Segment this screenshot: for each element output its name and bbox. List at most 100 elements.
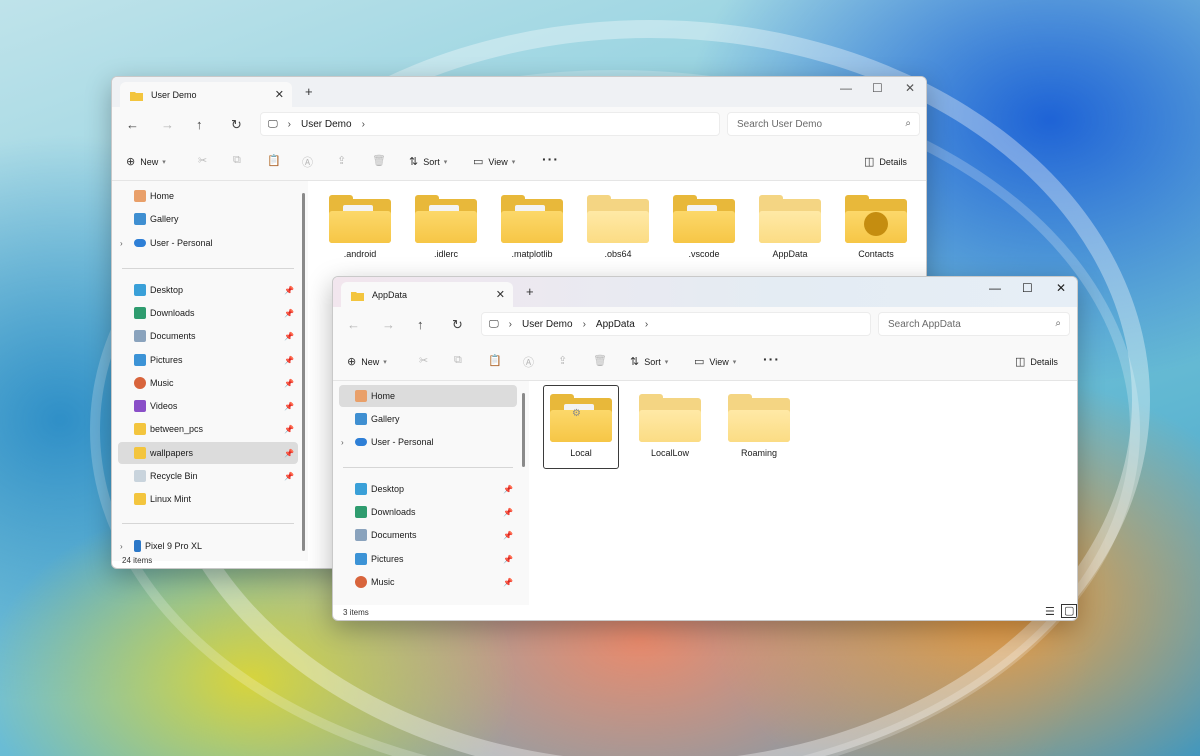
- sidebar-item-user-personal[interactable]: › User - Personal: [118, 232, 298, 254]
- maximize-button[interactable]: ☐: [1022, 281, 1033, 295]
- sidebar-item-gallery[interactable]: Gallery: [118, 208, 298, 230]
- sidebar-item-downloads[interactable]: Downloads 📌: [118, 302, 298, 324]
- paste-icon[interactable]: 📋: [488, 354, 502, 367]
- sidebar-item-music[interactable]: Music 📌: [339, 571, 517, 593]
- cut-icon[interactable]: ✂: [198, 154, 207, 167]
- new-tab-button[interactable]: +: [305, 84, 313, 99]
- sidebar-item-linux-mint[interactable]: Linux Mint: [118, 488, 298, 510]
- search-input[interactable]: Search AppData: [888, 319, 961, 330]
- cut-icon[interactable]: ✂: [419, 354, 428, 367]
- tab-appdata[interactable]: AppData ✕: [341, 282, 513, 308]
- breadcrumb-user-demo[interactable]: User Demo: [522, 319, 573, 330]
- view-button[interactable]: ▭ View ▾: [694, 355, 736, 368]
- folder-item[interactable]: AppData: [754, 195, 826, 259]
- folder-item[interactable]: .matplotlib: [496, 195, 568, 259]
- folder-item[interactable]: Contacts: [840, 195, 912, 259]
- close-window-button[interactable]: ✕: [1056, 281, 1066, 295]
- address-bar[interactable]: 🖵 › User Demo ›: [260, 112, 720, 136]
- sidebar-item-documents[interactable]: Documents 📌: [118, 325, 298, 347]
- delete-icon[interactable]: 🗑: [593, 354, 607, 367]
- refresh-icon[interactable]: ↻: [231, 117, 242, 133]
- sort-button[interactable]: ⇅ Sort ▾: [630, 355, 668, 368]
- back-arrow-icon[interactable]: ←: [347, 317, 360, 332]
- chevron-right-icon[interactable]: ›: [120, 239, 123, 248]
- close-window-button[interactable]: ✕: [905, 81, 915, 95]
- forward-arrow-icon[interactable]: →: [382, 317, 395, 332]
- sidebar-item-downloads[interactable]: Downloads 📌: [339, 501, 517, 523]
- share-icon[interactable]: ⇪: [558, 354, 567, 367]
- folder-item[interactable]: .idlerc: [410, 195, 482, 259]
- maximize-button[interactable]: ☐: [872, 81, 883, 95]
- folder-item[interactable]: .obs64: [582, 195, 654, 259]
- new-button[interactable]: ⊕ New ▾: [347, 355, 387, 368]
- pin-icon[interactable]: 📌: [284, 472, 294, 481]
- minimize-button[interactable]: —: [840, 81, 852, 95]
- minimize-button[interactable]: —: [989, 281, 1001, 295]
- forward-arrow-icon[interactable]: →: [161, 117, 174, 132]
- pin-icon[interactable]: 📌: [284, 356, 294, 365]
- pin-icon[interactable]: 📌: [503, 508, 513, 517]
- view-button[interactable]: ▭ View ▾: [473, 155, 515, 168]
- up-arrow-icon[interactable]: ↑: [196, 117, 203, 132]
- sidebar-scrollbar[interactable]: [522, 393, 525, 467]
- sidebar-item-pictures[interactable]: Pictures 📌: [118, 349, 298, 371]
- pin-icon[interactable]: 📌: [284, 332, 294, 341]
- pin-icon[interactable]: 📌: [284, 425, 294, 434]
- sidebar-item-wallpapers[interactable]: wallpapers 📌: [118, 442, 298, 464]
- sidebar-item-documents[interactable]: Documents 📌: [339, 524, 517, 546]
- folder-item[interactable]: Roaming: [723, 394, 795, 458]
- details-button[interactable]: ◫ Details: [1015, 355, 1058, 368]
- folder-item[interactable]: LocalLow: [634, 394, 706, 458]
- sidebar-item-recycle-bin[interactable]: Recycle Bin 📌: [118, 465, 298, 487]
- sidebar-item-pixel-9-pro-xl[interactable]: › Pixel 9 Pro XL: [118, 535, 298, 557]
- sidebar-item-desktop[interactable]: Desktop 📌: [118, 279, 298, 301]
- breadcrumb-appdata[interactable]: AppData: [596, 319, 635, 330]
- sidebar-item-videos[interactable]: Videos 📌: [118, 395, 298, 417]
- search-box[interactable]: Search User Demo ⌕: [727, 112, 920, 136]
- details-button[interactable]: ◫ Details: [864, 155, 907, 168]
- pin-icon[interactable]: 📌: [284, 286, 294, 295]
- folder-item[interactable]: .android: [324, 195, 396, 259]
- pin-icon[interactable]: 📌: [503, 531, 513, 540]
- paste-icon[interactable]: 📋: [267, 154, 281, 167]
- back-arrow-icon[interactable]: ←: [126, 117, 139, 132]
- close-tab-icon[interactable]: ✕: [496, 288, 505, 301]
- sidebar-item-music[interactable]: Music 📌: [118, 372, 298, 394]
- sidebar-item-gallery[interactable]: Gallery: [339, 408, 517, 430]
- delete-icon[interactable]: 🗑: [372, 154, 386, 167]
- pin-icon[interactable]: 📌: [503, 555, 513, 564]
- sidebar-scrollbar[interactable]: [302, 193, 305, 551]
- breadcrumb-user-demo[interactable]: User Demo: [301, 119, 352, 130]
- sidebar-item-home[interactable]: Home: [339, 385, 517, 407]
- chevron-right-icon[interactable]: ›: [120, 542, 123, 551]
- new-button[interactable]: ⊕ New ▾: [126, 155, 166, 168]
- share-icon[interactable]: ⇪: [337, 154, 346, 167]
- more-options-icon[interactable]: ···: [542, 151, 559, 167]
- sidebar-item-home[interactable]: Home: [118, 185, 298, 207]
- rename-icon[interactable]: Ⓐ: [302, 154, 313, 170]
- address-bar[interactable]: 🖵 › User Demo › AppData ›: [481, 312, 871, 336]
- rename-icon[interactable]: Ⓐ: [523, 354, 534, 370]
- up-arrow-icon[interactable]: ↑: [417, 317, 424, 332]
- new-tab-button[interactable]: +: [526, 284, 534, 299]
- copy-icon[interactable]: ⧉: [454, 354, 462, 367]
- more-options-icon[interactable]: ···: [763, 351, 780, 367]
- sidebar-item-user-personal[interactable]: › User - Personal: [339, 431, 517, 453]
- tab-user-demo[interactable]: User Demo ✕: [120, 82, 292, 108]
- sidebar-item-pictures[interactable]: Pictures 📌: [339, 548, 517, 570]
- pin-icon[interactable]: 📌: [284, 449, 294, 458]
- pin-icon[interactable]: 📌: [284, 309, 294, 318]
- pin-icon[interactable]: 📌: [284, 402, 294, 411]
- refresh-icon[interactable]: ↻: [452, 317, 463, 333]
- sort-button[interactable]: ⇅ Sort ▾: [409, 155, 447, 168]
- search-box[interactable]: Search AppData ⌕: [878, 312, 1070, 336]
- search-input[interactable]: Search User Demo: [737, 119, 822, 130]
- folder-item-selected[interactable]: ⚙ Local: [543, 385, 619, 469]
- details-view-icon[interactable]: ☰: [1045, 605, 1055, 618]
- chevron-right-icon[interactable]: ›: [341, 438, 344, 447]
- pin-icon[interactable]: 📌: [503, 578, 513, 587]
- pin-icon[interactable]: 📌: [503, 485, 513, 494]
- close-tab-icon[interactable]: ✕: [275, 88, 284, 101]
- large-icons-view-icon[interactable]: ▢: [1061, 604, 1077, 618]
- sidebar-item-desktop[interactable]: Desktop 📌: [339, 478, 517, 500]
